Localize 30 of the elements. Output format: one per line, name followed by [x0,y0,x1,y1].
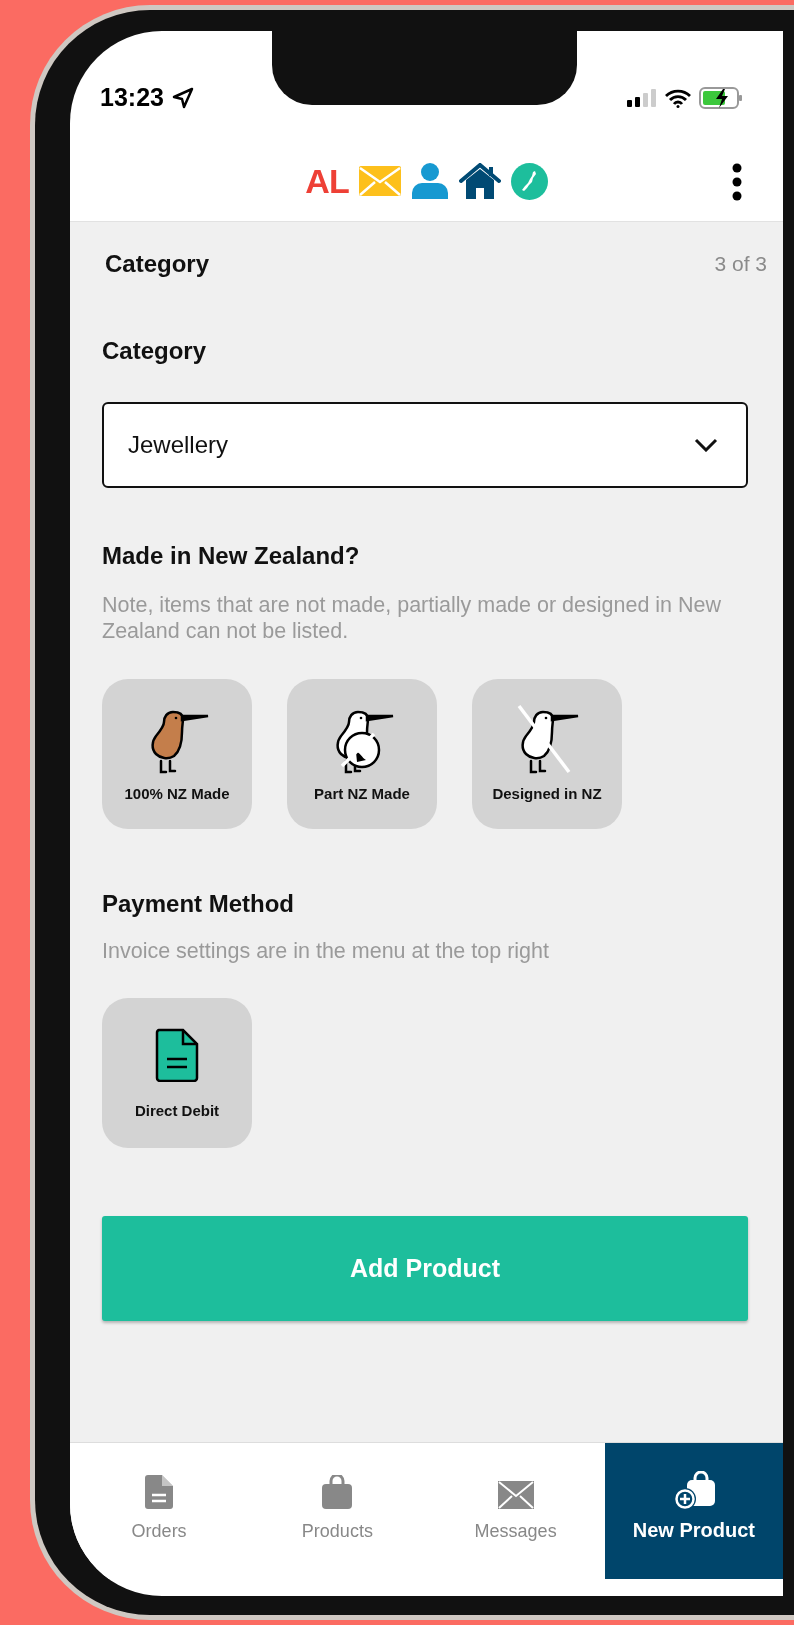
option-card[interactable]: Part NZ Made [287,679,437,829]
option-card[interactable]: Direct Debit [102,998,252,1148]
bag-icon [322,1475,353,1509]
section-note: Invoice settings are in the menu at the top right [102,938,550,964]
chevron-down-icon [694,438,718,452]
wifi-icon [665,88,691,108]
person-icon[interactable] [410,163,449,199]
bag-plus-icon [672,1471,715,1511]
home-icon[interactable] [458,163,501,199]
signal-icon [627,89,657,107]
status-time: 13:23 [100,83,164,112]
envelope-icon[interactable] [358,166,401,196]
section-title: Made in New Zealand? [102,542,361,570]
document-icon [155,1028,199,1082]
option-card[interactable]: Designed in NZ [472,679,622,829]
step-counter: 3 of 3 [714,252,767,276]
app-logo: AL [305,161,349,201]
envelope-icon [497,1481,534,1509]
option-card[interactable]: 100% NZ Made [102,679,252,829]
more-menu-icon[interactable] [731,163,743,201]
nav-tab[interactable]: New Product [604,1443,783,1579]
document-icon [145,1475,174,1509]
field-label: Category [102,337,208,365]
category-select[interactable]: Jewellery [102,402,748,488]
section-title: Payment Method [102,890,296,918]
section-note: Note, items that are not made, partially made or designed in New Zealand can not be listed. [102,592,723,644]
battery-icon [699,87,743,109]
map-badge-icon[interactable] [510,162,548,200]
step-title: Category [105,250,210,278]
location-arrow-icon [171,86,194,109]
